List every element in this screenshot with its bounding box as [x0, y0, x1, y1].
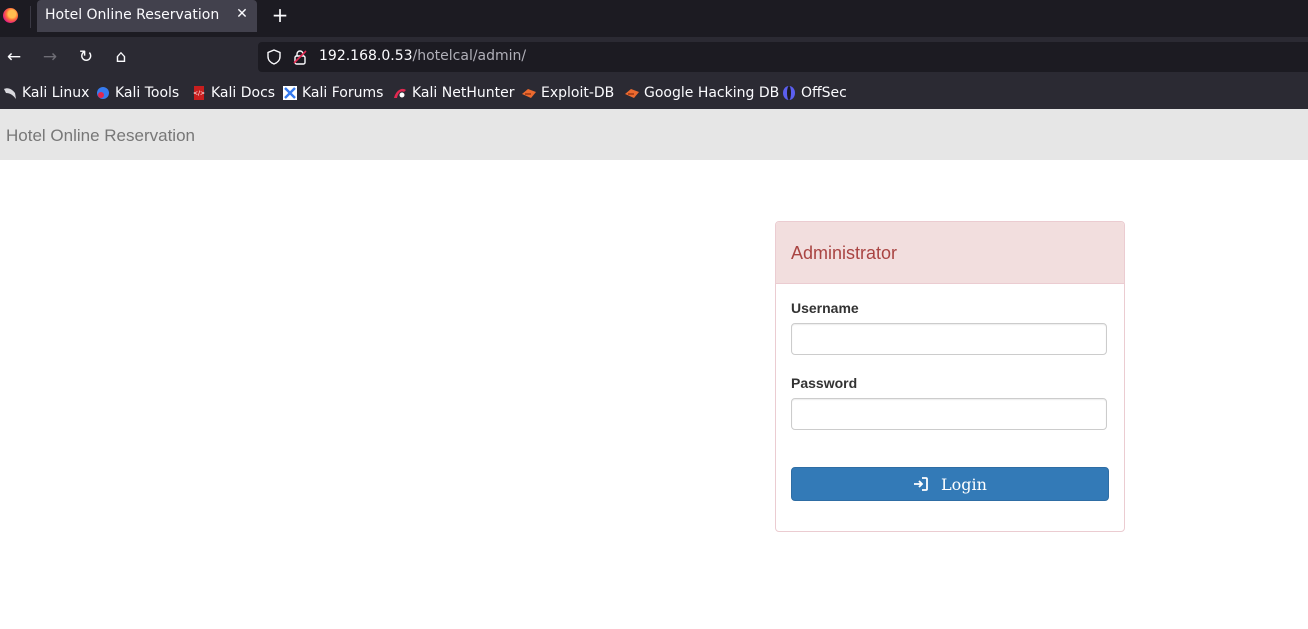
- browser-nav-bar: ← → ↻ ⌂ 192.168.0.53/hotelcal/admin/: [0, 37, 1308, 78]
- kali-forums-icon: [283, 86, 297, 100]
- kali-dragon-icon: [4, 88, 16, 99]
- admin-login-panel: Administrator Username Password Login: [775, 221, 1125, 532]
- exploit-db-icon: [522, 89, 536, 98]
- site-navbar: Hotel Online Reservation: [0, 109, 1308, 160]
- ghdb-icon: [625, 89, 639, 98]
- username-label: Username: [791, 300, 859, 316]
- bookmark-kali-tools[interactable]: Kali Tools: [96, 84, 179, 102]
- insecure-lock-icon[interactable]: [292, 49, 308, 69]
- bookmark-label: Kali NetHunter: [412, 85, 515, 101]
- password-input[interactable]: [791, 398, 1107, 430]
- bookmark-label: OffSec: [801, 85, 847, 101]
- login-label: Login: [941, 474, 987, 494]
- site-brand[interactable]: Hotel Online Reservation: [6, 126, 195, 146]
- firefox-logo-icon[interactable]: [3, 8, 18, 23]
- tab-title: Hotel Online Reservation: [45, 7, 220, 23]
- browser-tab-active[interactable]: Hotel Online Reservation ✕: [37, 0, 257, 32]
- home-icon[interactable]: ⌂: [111, 47, 131, 67]
- bookmark-google-hacking-db[interactable]: Google Hacking DB: [625, 84, 779, 102]
- panel-title: Administrator: [791, 243, 898, 263]
- bookmark-kali-nethunter[interactable]: Kali NetHunter: [393, 84, 514, 102]
- bookmark-kali-forums[interactable]: Kali Forums: [283, 84, 383, 102]
- bookmark-kali-docs[interactable]: </> Kali Docs: [192, 84, 275, 102]
- username-input[interactable]: [791, 323, 1107, 355]
- kali-tools-icon: [97, 87, 109, 99]
- bookmark-label: Kali Forums: [302, 85, 384, 101]
- bookmark-label: Kali Docs: [211, 85, 276, 101]
- url-host: 192.168.0.53: [319, 48, 413, 64]
- login-button[interactable]: Login: [791, 467, 1109, 501]
- nethunter-icon: [394, 88, 406, 98]
- browser-tab-strip: Hotel Online Reservation ✕ +: [0, 0, 1308, 37]
- bookmark-label: Kali Tools: [115, 85, 180, 101]
- kali-docs-icon: </>: [193, 86, 205, 100]
- tab-separator: [30, 6, 31, 28]
- url-path: /hotelcal/admin/: [412, 48, 527, 64]
- back-icon[interactable]: ←: [4, 47, 24, 67]
- login-icon: [914, 477, 928, 491]
- bookmark-offsec[interactable]: OffSec: [782, 84, 847, 102]
- new-tab-icon[interactable]: +: [270, 5, 290, 25]
- svg-text:</>: </>: [193, 90, 205, 97]
- shield-icon[interactable]: [266, 49, 282, 69]
- url-bar[interactable]: 192.168.0.53/hotelcal/admin/: [258, 42, 1308, 72]
- bookmark-label: Exploit-DB: [541, 85, 615, 101]
- bookmark-label: Google Hacking DB: [644, 85, 780, 101]
- forward-icon[interactable]: →: [40, 47, 60, 67]
- bookmark-label: Kali Linux: [22, 85, 90, 101]
- bookmarks-toolbar: Kali Linux Kali Tools </> Kali Docs Kali…: [0, 78, 1308, 109]
- offsec-icon: [783, 86, 795, 100]
- tab-close-icon[interactable]: ✕: [234, 5, 250, 23]
- bookmark-exploit-db[interactable]: Exploit-DB: [522, 84, 614, 102]
- password-label: Password: [791, 375, 858, 391]
- reload-icon[interactable]: ↻: [76, 47, 96, 67]
- url-text[interactable]: 192.168.0.53/hotelcal/admin/: [319, 48, 526, 64]
- panel-heading: Administrator: [776, 222, 1124, 284]
- bookmark-kali-linux[interactable]: Kali Linux: [3, 84, 89, 102]
